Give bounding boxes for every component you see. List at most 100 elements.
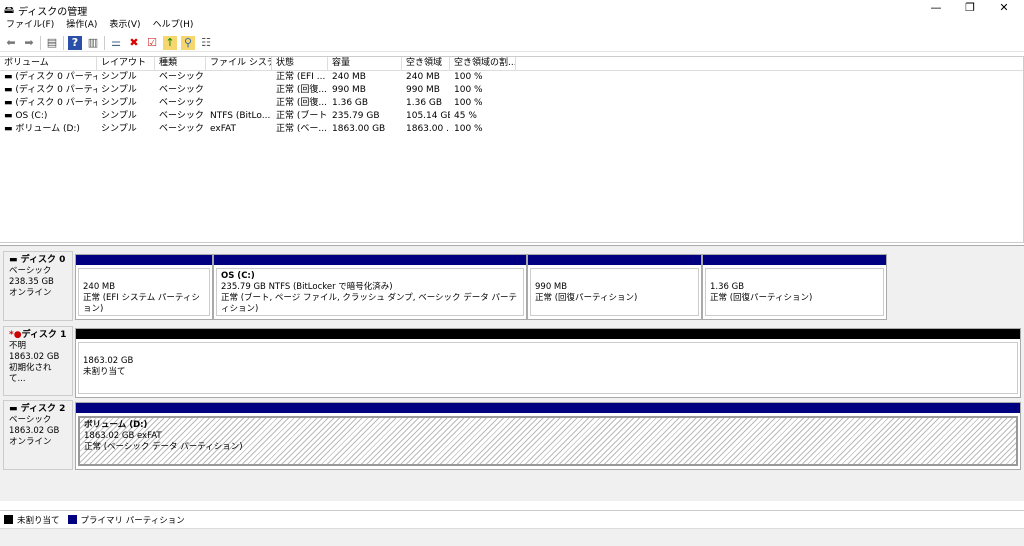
volume-row[interactable]: ▬ (ディスク 0 パーティシ... シンプル ベーシック 正常 (回復... 1.36… xyxy=(0,97,1023,110)
delete-icon[interactable]: ✖ xyxy=(127,36,141,50)
volume-cell: ベーシック xyxy=(159,85,204,95)
column-header-type[interactable]: 種類 xyxy=(155,57,206,70)
partition-recovery-2[interactable]: 1.36 GB 正常 (回復パーティション) xyxy=(702,254,887,320)
volume-cell: 235.79 GB xyxy=(332,111,380,121)
partition-size: 235.79 GB NTFS (BitLocker で暗号化済み) xyxy=(221,282,393,292)
window-title: ディスクの管理 xyxy=(18,7,88,18)
properties-icon[interactable]: ☑ xyxy=(145,36,159,50)
toolbar: ⬅ ➡ ▤ ? ▥ ⚌ ✖ ☑ ↑ ⚲ ☷ xyxy=(0,34,1024,52)
connect-drive-icon[interactable]: ⚌ xyxy=(109,36,123,50)
column-header-free-space[interactable]: 空き領域 xyxy=(402,57,450,70)
volume-cell: 1.36 GB xyxy=(332,98,369,108)
menu-help[interactable]: ヘルプ(H) xyxy=(153,18,194,33)
partition-status: 正常 (回復パーティション) xyxy=(535,293,638,303)
menu-file[interactable]: ファイル(F) xyxy=(6,18,54,33)
volume-cell: 990 MB xyxy=(406,85,440,95)
disk-0-label[interactable]: ▬ ディスク 0 ベーシック 238.35 GB オンライン xyxy=(3,251,73,321)
volume-list-header: ボリューム レイアウト 種類 ファイル システム 状態 容量 空き領域 空き領域… xyxy=(0,57,1023,71)
column-header-layout[interactable]: レイアウト xyxy=(97,57,155,70)
volume-cell: 240 MB xyxy=(332,72,366,82)
column-header-capacity[interactable]: 容量 xyxy=(328,57,402,70)
help-icon[interactable]: ? xyxy=(68,35,82,50)
partition-volume-d[interactable]: ボリューム (D:) 1863.02 GB exFAT 正常 (ベーシック データ … xyxy=(75,402,1021,470)
volume-cell: シンプル xyxy=(101,124,137,134)
disk-2-label[interactable]: ▬ ディスク 2 ベーシック 1863.02 GB オンライン xyxy=(3,400,73,470)
unallocated-space[interactable]: 1863.02 GB 未割り当て xyxy=(75,328,1021,398)
action-pane-icon[interactable]: ▥ xyxy=(86,36,100,50)
console-tree-icon[interactable]: ▤ xyxy=(45,36,59,50)
volume-list[interactable]: ボリューム レイアウト 種類 ファイル システム 状態 容量 空き領域 空き領域… xyxy=(0,56,1024,243)
column-header-status[interactable]: 状態 xyxy=(272,57,328,70)
volume-row[interactable]: ▬ OS (C:) シンプル ベーシック NTFS (BitLo... 正常 (ブート.… xyxy=(0,110,1023,123)
disk-type: ベーシック xyxy=(9,415,52,425)
volume-row[interactable]: ▬ (ディスク 0 パーティシ... シンプル ベーシック 正常 (回復... 990 … xyxy=(0,84,1023,97)
legend-unallocated: 未割り当て xyxy=(17,515,60,526)
volume-cell: 105.14 GB xyxy=(406,111,450,121)
close-button[interactable]: ✕ xyxy=(988,0,1020,18)
back-icon[interactable]: ⬅ xyxy=(4,36,18,50)
partition-status: 正常 (EFI システム パーティション) xyxy=(83,293,200,314)
partition-efi[interactable]: 240 MB 正常 (EFI システム パーティション) xyxy=(75,254,213,320)
explore-icon[interactable]: ⚲ xyxy=(181,35,195,50)
volume-cell xyxy=(206,84,272,97)
disk-size: 1863.02 GB xyxy=(9,352,60,362)
legend-primary-partition: プライマリ パーティション xyxy=(80,515,185,526)
volume-cell: exFAT xyxy=(210,124,237,134)
disk-graphical-view: ▬ ディスク 0 ベーシック 238.35 GB オンライン 240 MB 正常 … xyxy=(0,245,1024,501)
partition-status: 正常 (ベーシック データ パーティション) xyxy=(84,442,243,452)
volume-cell: ▬ (ディスク 0 パーティシ... xyxy=(4,98,97,108)
disk-error-icon: *● xyxy=(9,330,22,340)
volume-cell: 正常 (回復... xyxy=(276,98,327,108)
restore-button[interactable]: ❐ xyxy=(954,0,986,18)
toolbar-separator xyxy=(40,35,41,50)
disk-size: 238.35 GB xyxy=(9,277,54,287)
menu-bar: ファイル(F) 操作(A) 表示(V) ヘルプ(H) xyxy=(0,18,1024,33)
volume-cell: 100 % xyxy=(454,85,483,95)
volume-cell: 正常 (ブート... xyxy=(276,111,328,121)
disk-type: ベーシック xyxy=(9,266,52,276)
list-view-icon[interactable]: ☷ xyxy=(199,36,213,50)
volume-cell: ▬ (ディスク 0 パーティシ... xyxy=(4,72,97,82)
legend: 未割り当て プライマリ パーティション xyxy=(0,510,1024,528)
volume-cell: 100 % xyxy=(454,98,483,108)
disk-status: 初期化されて... xyxy=(9,363,52,384)
title-bar: 🖴 ディスクの管理 — ❐ ✕ xyxy=(0,0,1024,18)
volume-cell: シンプル xyxy=(101,85,137,95)
volume-cell: ▬ (ディスク 0 パーティシ... xyxy=(4,85,97,95)
volume-row[interactable]: ▬ ボリューム (D:) シンプル ベーシック exFAT 正常 (ベー... 1863.… xyxy=(0,123,1023,136)
volume-cell: 正常 (EFI ... xyxy=(276,72,326,82)
column-header-volume[interactable]: ボリューム xyxy=(0,57,97,70)
open-folder-icon[interactable]: ↑ xyxy=(163,35,177,50)
column-header-filesystem[interactable]: ファイル システム xyxy=(206,57,272,70)
volume-row[interactable]: ▬ (ディスク 0 パーティシ... シンプル ベーシック 正常 (EFI ... 24… xyxy=(0,71,1023,84)
volume-cell: ベーシック xyxy=(159,111,204,121)
legend-swatch-unallocated xyxy=(4,515,13,524)
disk-name: ディスク 1 xyxy=(21,330,67,340)
partition-size: 240 MB xyxy=(83,282,116,292)
disk-type: 不明 xyxy=(9,341,27,351)
partition-recovery-1[interactable]: 990 MB 正常 (回復パーティション) xyxy=(527,254,702,320)
legend-swatch-primary xyxy=(67,515,77,524)
volume-cell: ▬ OS (C:) xyxy=(4,111,48,121)
partition-size: 1863.02 GB xyxy=(83,356,134,366)
forward-icon[interactable]: ➡ xyxy=(22,36,36,50)
menu-action[interactable]: 操作(A) xyxy=(66,18,97,33)
volume-cell: 100 % xyxy=(454,72,483,82)
volume-cell: 正常 (ベー... xyxy=(276,124,327,134)
volume-cell: ベーシック xyxy=(159,72,204,82)
disk-icon: ▬ xyxy=(9,255,21,265)
volume-cell xyxy=(206,97,272,110)
column-header-free-percent[interactable]: 空き領域の割... xyxy=(450,57,516,70)
partition-title: ボリューム (D:) xyxy=(84,420,148,430)
disk-name: ディスク 0 xyxy=(20,255,66,265)
status-bar xyxy=(0,528,1024,546)
partition-os-c[interactable]: OS (C:) 235.79 GB NTFS (BitLocker で暗号化済み)… xyxy=(213,254,527,320)
disk-1-label[interactable]: *●ディスク 1 不明 1863.02 GB 初期化されて... xyxy=(3,326,73,396)
volume-cell: 1863.00 ... xyxy=(406,124,450,134)
volume-cell: 1.36 GB xyxy=(406,98,443,108)
disk-name: ディスク 2 xyxy=(20,404,66,414)
menu-view[interactable]: 表示(V) xyxy=(109,18,140,33)
volume-cell: ベーシック xyxy=(159,124,204,134)
disk-status: オンライン xyxy=(9,437,52,447)
minimize-button[interactable]: — xyxy=(920,0,952,18)
